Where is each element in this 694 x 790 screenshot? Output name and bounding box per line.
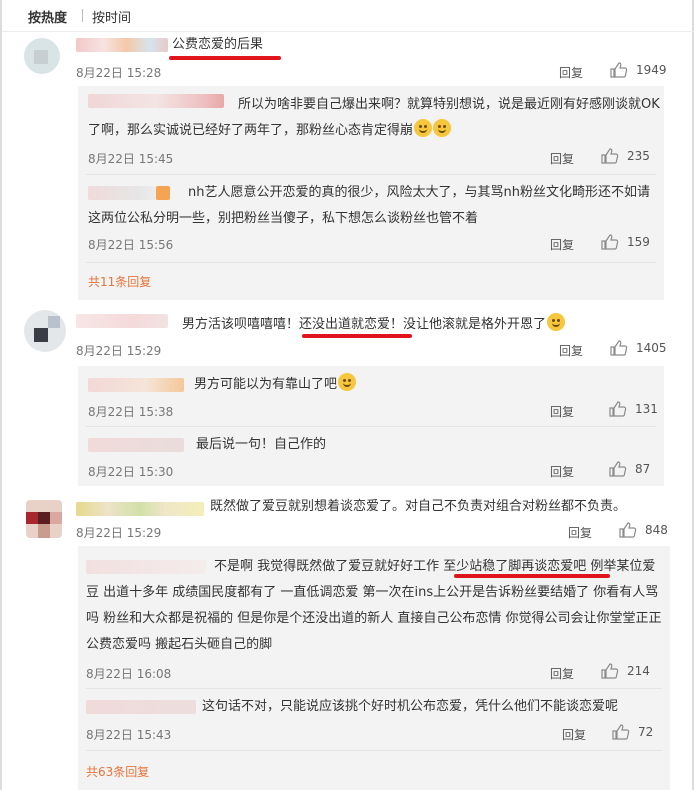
divider [86,750,662,751]
sub-reply-text: 不是啊 我觉得既然做了爱豆就好好工作 至少站稳了脚再谈恋爱吧 例举某位爱豆 出道… [86,559,662,652]
sort-tabs: 按热度 按时间 [2,0,694,32]
reply-button[interactable]: 回复 [559,64,583,81]
username-blurred[interactable] [76,38,168,52]
sub-reply-text: 这句话不对，只能说应该挑个好时机公布恋爱，凭什么他们不能谈恋爱呢 [202,699,619,714]
reply-button[interactable]: 回复 [559,342,583,359]
sub-reply-time: 8月22日 15:30 [88,465,174,479]
avatar[interactable] [26,500,62,538]
thumbs-up-icon [619,522,637,538]
tab-sort-hot[interactable]: 按热度 [28,7,67,26]
like-count: 235 [627,149,650,163]
emoji-icon [414,119,433,137]
highlighted-text: 至少站稳了脚再谈恋爱吧 [443,559,587,574]
emoji-icon [547,313,566,331]
sub-reply-time: 8月22日 15:56 [88,238,174,252]
like-count: 131 [635,402,658,416]
avatar[interactable] [24,310,66,352]
like-button[interactable]: 87 [609,461,650,477]
sub-reply-time: 8月22日 15:38 [88,405,174,419]
like-count: 848 [645,523,668,537]
reply-button[interactable]: 回复 [550,150,574,167]
thumbs-up-icon [610,340,628,356]
username-blurred[interactable] [76,314,168,328]
like-button[interactable]: 131 [609,401,658,417]
reply-button[interactable]: 回复 [550,463,574,480]
like-count: 87 [635,462,651,476]
sub-reply-time: 8月22日 15:45 [88,152,174,166]
like-count: 72 [638,725,654,739]
more-replies-link[interactable]: 共11条回复 [88,273,151,290]
reply-button[interactable]: 回复 [562,726,586,743]
more-replies-link[interactable]: 共63条回复 [86,763,149,780]
comment-time: 8月22日 15:28 [76,66,162,80]
red-underline [454,574,610,578]
username-blurred[interactable] [76,502,204,516]
username-blurred[interactable] [86,700,196,714]
sub-reply-text: 所以为啥非要自己爆出来啊？就算特别想说，说是最近刚有好感刚谈就OK了啊，那么实诚… [88,97,660,138]
divider [86,688,662,689]
thumbs-up-icon [601,663,619,679]
divider [86,426,656,427]
highlighted-text: 还没出道就恋爱！ [299,317,404,332]
red-underline [302,334,412,338]
sub-reply-text: nh艺人愿意公开恋爱的真的很少，风险太大了，与其骂nh粉丝文化畸形还不如请这两位… [88,185,650,226]
emoji-icon [338,373,357,391]
comment-text: 公费恋爱的后果 [172,37,264,52]
reply-button[interactable]: 回复 [550,236,574,253]
username-blurred[interactable] [88,378,184,392]
divider [86,174,656,175]
like-button[interactable]: 72 [612,724,653,740]
thumbs-up-icon [601,234,619,250]
comment-time: 8月22日 15:29 [76,344,162,358]
like-button[interactable]: 214 [601,663,650,679]
thumbs-up-icon [609,461,627,477]
comment-panel: 按热度 按时间 公费恋爱的后果 8月22日 15:28 回复 1949 所以为啥… [0,0,694,790]
like-count: 159 [627,235,650,249]
reply-button[interactable]: 回复 [550,403,574,420]
like-count: 214 [627,664,650,678]
tab-sort-time[interactable]: 按时间 [92,7,131,26]
username-blurred[interactable] [88,438,184,452]
like-button[interactable]: 235 [601,148,650,164]
sub-reply-text: 男方可能以为有靠山了吧 [194,372,357,398]
reply-button[interactable]: 回复 [550,665,574,682]
thumbs-up-icon [609,401,627,417]
emoji-icon [433,119,452,137]
red-underline [169,56,281,60]
comment-text: 既然做了爱豆就别想着谈恋爱了。对自己不负责对组合对粉丝都不负责。 [210,499,627,514]
sub-reply-time: 8月22日 16:08 [86,667,172,681]
like-button[interactable]: 159 [601,234,650,250]
sub-reply-text: 最后说一句！自己作的 [196,437,327,452]
thumbs-up-icon [612,724,630,740]
like-button[interactable]: 1405 [610,340,667,356]
thumbs-up-icon [610,62,628,78]
avatar[interactable] [24,38,60,74]
like-count: 1405 [636,341,667,355]
comment-time: 8月22日 15:29 [76,526,162,540]
divider [86,262,656,263]
tab-divider [82,9,83,22]
like-button[interactable]: 848 [619,522,668,538]
thumbs-up-icon [601,148,619,164]
like-count: 1949 [636,63,667,77]
sub-reply-time: 8月22日 15:43 [86,728,172,742]
like-button[interactable]: 1949 [610,62,667,78]
reply-button[interactable]: 回复 [568,524,592,541]
